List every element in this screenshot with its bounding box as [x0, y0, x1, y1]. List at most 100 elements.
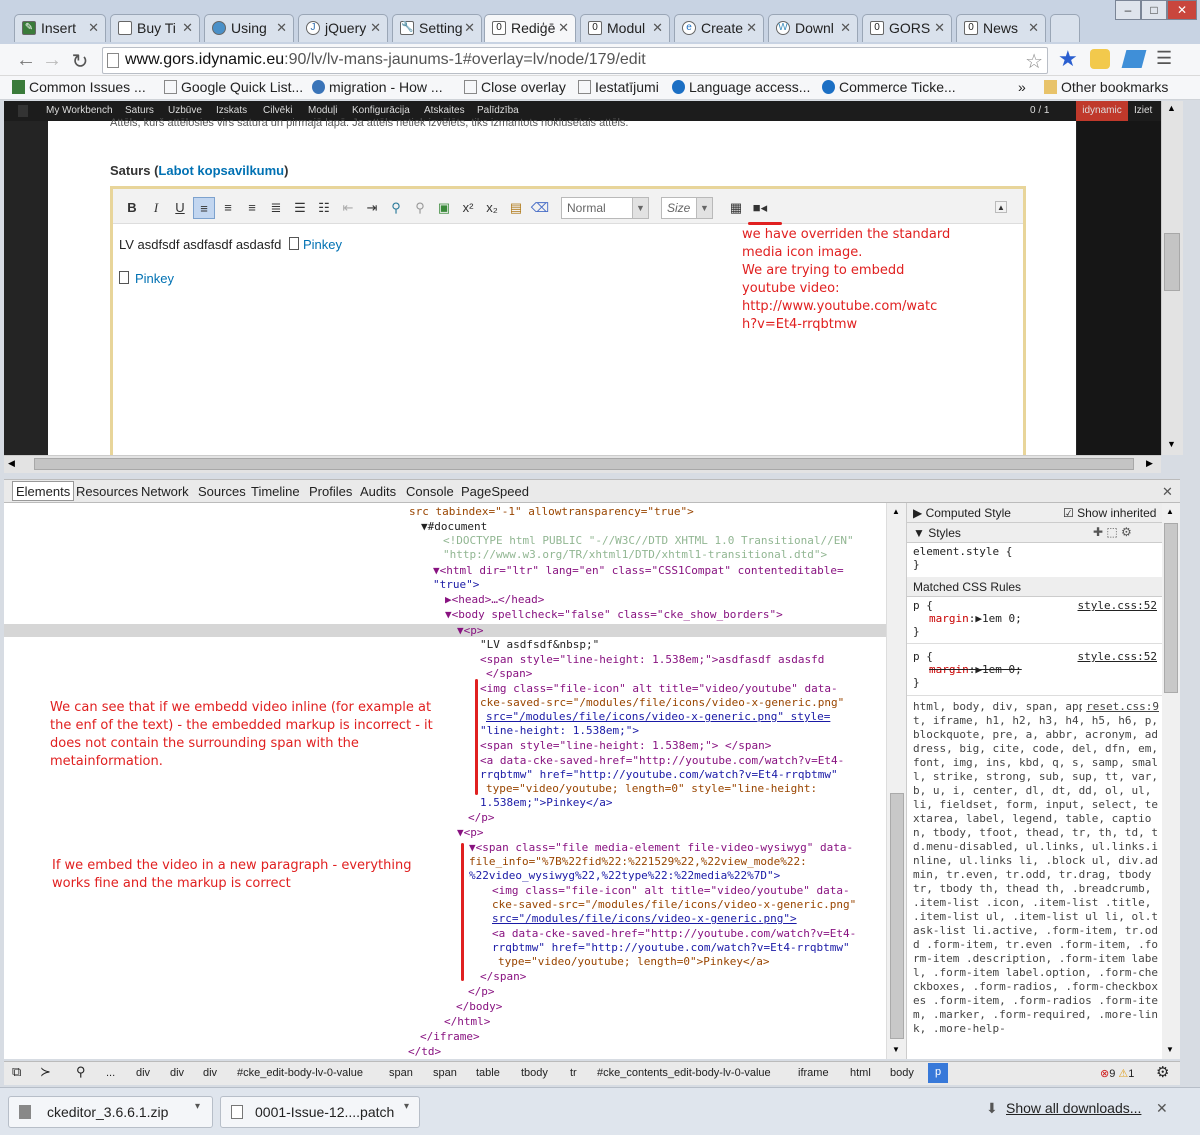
computed-style-header[interactable]: ▶ Computed Style ☑ Show inherited [907, 503, 1162, 523]
editor-line[interactable]: LV asdfsdf asdfasdf asdasfd Pinkey [119, 237, 342, 252]
tree-line[interactable]: ▶<head>…</head> [445, 593, 544, 606]
tree-line[interactable]: </span> [480, 970, 526, 983]
bookmark-item[interactable]: Iestatījumi [578, 79, 659, 95]
browser-tab[interactable]: 0 Modul ✕ [580, 14, 670, 42]
back-icon[interactable]: ← [14, 49, 38, 72]
scroll-thumb[interactable] [1164, 523, 1178, 693]
tree-line[interactable]: <span style="line-height: 1.538em;">asdf… [480, 653, 824, 666]
browser-tab[interactable]: Using ✕ [204, 14, 294, 42]
indent-icon[interactable]: ⇥ [361, 197, 383, 219]
edit-summary-link[interactable]: Labot kopsavilkumu [158, 163, 284, 178]
rule-source-link[interactable]: style.css:52 [1078, 599, 1157, 612]
tree-line[interactable]: rrqbtmw" href="http://youtube.com/watch?… [492, 941, 850, 954]
breadcrumb-item[interactable]: div [203, 1067, 217, 1079]
paste-icon[interactable]: ▤ [505, 197, 527, 219]
align-right-icon[interactable]: ≡ [241, 197, 263, 219]
scroll-right-icon[interactable]: ▶ [1146, 458, 1153, 469]
menu-icon[interactable]: ☰ [1156, 48, 1172, 69]
home-icon[interactable] [18, 105, 28, 117]
user-link[interactable]: idynamic [1076, 101, 1128, 121]
breadcrumb-item[interactable]: span [433, 1067, 457, 1079]
admin-menu-item[interactable]: Cilvēki [263, 105, 292, 116]
css-rule[interactable]: p {style.css:52 margin:▶1em 0; } [913, 599, 1157, 638]
browser-tab[interactable]: e Create ✕ [674, 14, 764, 42]
tree-line[interactable]: src="/modules/file/icons/video-x-generic… [492, 912, 797, 925]
browser-tab[interactable]: 0 GORS ✕ [862, 14, 952, 42]
unlink-icon[interactable]: ⚲ [409, 197, 431, 219]
rule-source-link[interactable]: reset.css:9 [1082, 700, 1159, 714]
css-rule[interactable]: reset.css:9 html, body, div, span, apple… [913, 700, 1159, 1036]
page-vertical-scrollbar[interactable]: ▲ ▼ [1161, 101, 1183, 455]
tree-line[interactable]: <img class="file-icon" alt title="video/… [492, 884, 850, 897]
tree-line[interactable]: ▼<p> [457, 624, 484, 637]
gear-icon[interactable]: ⚙ [1156, 1063, 1169, 1081]
styles-header[interactable]: ▼ Styles ✚ ⬚ ⚙ [907, 523, 1162, 543]
tree-line[interactable]: <a data-cke-saved-href="http://youtube.c… [480, 754, 844, 767]
tree-line[interactable]: ▼<span class="file media-element file-vi… [469, 841, 853, 854]
download-item[interactable]: ckeditor_3.6.6.1.zip ▾ [8, 1096, 213, 1128]
admin-menu-item[interactable]: Uzbūve [168, 105, 202, 116]
editor-line[interactable]: Pinkey [119, 271, 174, 286]
superscript-icon[interactable]: x² [457, 197, 479, 219]
breadcrumb-item[interactable]: div [170, 1067, 184, 1079]
breadcrumb-item-selected[interactable]: p [928, 1063, 948, 1083]
align-center-icon[interactable]: ≡ [217, 197, 239, 219]
breadcrumb-item[interactable]: iframe [798, 1067, 829, 1079]
admin-menu-item[interactable]: Atskaites [424, 105, 465, 116]
tab-pagespeed[interactable]: PageSpeed [461, 484, 529, 499]
element-style-rule[interactable]: element.style {} [913, 545, 1012, 571]
tree-line[interactable]: "true"> [433, 578, 479, 591]
tab-resources[interactable]: Resources [76, 484, 138, 499]
tree-line[interactable]: file_info="%7B%22fid%22:%221529%22,%22vi… [469, 855, 807, 868]
browser-tab[interactable]: Buy Ti ✕ [110, 14, 200, 42]
scroll-thumb[interactable] [1164, 233, 1180, 291]
star-icon[interactable]: ☆ [1025, 49, 1043, 74]
minimize-button[interactable]: – [1115, 0, 1141, 20]
tree-line[interactable]: "LV asdfsdf&nbsp;" [480, 638, 599, 651]
tree-line[interactable]: </td> [408, 1045, 441, 1058]
format-select[interactable]: Normal ▼ [561, 197, 649, 219]
chevron-down-icon[interactable]: ▾ [404, 1101, 409, 1112]
tab-network[interactable]: Network [141, 484, 189, 499]
close-icon[interactable]: ✕ [934, 20, 945, 36]
collapse-icon[interactable]: ▲ [995, 201, 1007, 213]
logout-link[interactable]: Iziet [1134, 105, 1152, 116]
tree-line[interactable]: <a data-cke-saved-href="http://youtube.c… [492, 927, 856, 940]
bookmarks-overflow-icon[interactable]: » [1018, 79, 1026, 95]
tree-line[interactable]: type="video/youtube; length=0" style="li… [486, 782, 817, 795]
scroll-thumb[interactable] [34, 458, 1134, 470]
tree-line[interactable]: "http://www.w3.org/TR/xhtml1/DTD/xhtml1-… [443, 548, 827, 561]
bookmark-item[interactable]: Common Issues ... [12, 79, 146, 95]
close-icon[interactable]: ✕ [182, 20, 193, 36]
browser-tab-active[interactable]: 0 Rediģē ✕ [484, 14, 576, 42]
tree-line[interactable]: </p> [468, 811, 495, 824]
add-rule-icon[interactable]: ✚ ⬚ ⚙ [1093, 525, 1132, 539]
breadcrumb-item[interactable]: body [890, 1067, 914, 1079]
breadcrumb-item[interactable]: span [389, 1067, 413, 1079]
reload-icon[interactable]: ↻ [68, 49, 92, 74]
close-icon[interactable]: ✕ [558, 20, 569, 36]
bookmark-item[interactable]: migration - How ... [312, 79, 443, 95]
close-icon[interactable]: ✕ [370, 20, 381, 36]
tree-line[interactable]: </html> [444, 1015, 490, 1028]
browser-tab[interactable]: 🔧 Setting ✕ [392, 14, 482, 42]
close-icon[interactable]: ✕ [1028, 20, 1039, 36]
console-icon[interactable]: ≻ [40, 1064, 51, 1080]
browser-tab[interactable]: JjQuery ✕ [298, 14, 388, 42]
numbered-list-icon[interactable]: ☷ [313, 197, 335, 219]
breadcrumb-item[interactable]: table [476, 1067, 500, 1079]
close-icon[interactable]: ✕ [746, 20, 757, 36]
close-icon[interactable]: ✕ [1162, 484, 1173, 500]
bold-icon[interactable]: B [121, 197, 143, 219]
admin-menu-item[interactable]: Moduļi [308, 105, 337, 116]
tree-line[interactable]: %22video_wysiwyg%22,%22type%22:%22media%… [469, 869, 780, 882]
breadcrumb-item[interactable]: #cke_edit-body-lv-0-value [237, 1067, 363, 1079]
tab-audits[interactable]: Audits [360, 484, 396, 499]
breadcrumb-item[interactable]: tbody [521, 1067, 548, 1079]
outdent-icon[interactable]: ⇤ [337, 197, 359, 219]
bookmark-item[interactable]: Commerce Ticke... [822, 79, 956, 95]
close-icon[interactable]: ✕ [840, 20, 851, 36]
scroll-down-icon[interactable]: ▼ [1167, 439, 1176, 449]
new-tab-button[interactable] [1050, 14, 1080, 42]
download-item[interactable]: 0001-Issue-12....patch ▾ [220, 1096, 420, 1128]
